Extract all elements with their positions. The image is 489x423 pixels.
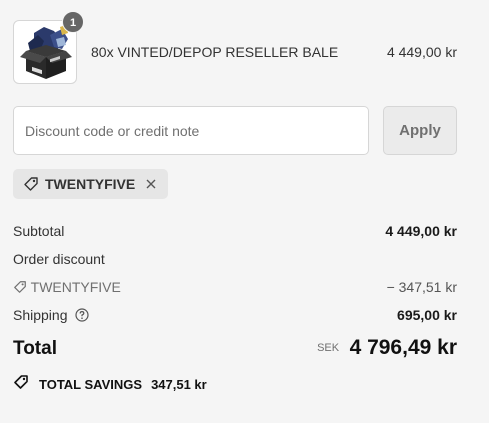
shipping-row: Shipping 695,00 kr — [13, 307, 457, 327]
discount-code-line: TWENTYFIVE — [13, 279, 121, 297]
product-thumbnail: 1 — [13, 11, 84, 84]
subtotal-label: Subtotal — [13, 223, 65, 239]
total-label: Total — [13, 338, 57, 359]
discount-value: − 347,51 kr — [386, 279, 457, 295]
total-amount: 4 796,49 kr — [349, 336, 457, 359]
total-amount-group: SEK 4 796,49 kr — [317, 336, 457, 360]
clothing-bale-box-image — [20, 25, 72, 79]
total-savings-label: TOTAL SAVINGS — [39, 376, 143, 392]
shipping-label: Shipping — [13, 307, 68, 323]
discount-code-row: TWENTYFIVE − 347,51 kr — [13, 279, 457, 299]
subtotal-row: Subtotal 4 449,00 kr — [13, 223, 457, 243]
order-discount-row: Order discount — [13, 251, 457, 271]
quantity-badge: 1 — [62, 11, 84, 33]
shipping-value: 695,00 kr — [397, 307, 457, 323]
total-savings-row: TOTAL SAVINGS 347,51 kr — [13, 374, 207, 394]
product-name: 80x VINTED/DEPOP RESELLER BALE — [91, 44, 339, 60]
applied-discount-code: TWENTYFIVE — [45, 176, 136, 192]
tag-icon — [23, 176, 39, 192]
tag-icon — [13, 374, 31, 395]
total-savings-amount: 347,51 kr — [151, 376, 207, 392]
order-discount-label: Order discount — [13, 251, 105, 267]
tag-icon — [13, 280, 27, 297]
applied-discount-tag: TWENTYFIVE — [13, 169, 168, 199]
line-item: 1 80x VINTED/DEPOP RESELLER BALE 4 449,0… — [13, 11, 457, 84]
remove-discount-icon[interactable] — [144, 177, 158, 191]
help-circle-icon[interactable] — [75, 308, 89, 325]
total-currency: SEK — [317, 342, 340, 354]
total-row: Total SEK 4 796,49 kr — [13, 336, 457, 366]
shipping-line: Shipping — [13, 307, 89, 325]
subtotal-value: 4 449,00 kr — [385, 223, 457, 239]
apply-discount-button[interactable]: Apply — [383, 106, 457, 155]
discount-code-label: TWENTYFIVE — [30, 279, 121, 295]
product-price: 4 449,00 kr — [386, 44, 457, 60]
discount-code-input[interactable] — [13, 106, 369, 155]
